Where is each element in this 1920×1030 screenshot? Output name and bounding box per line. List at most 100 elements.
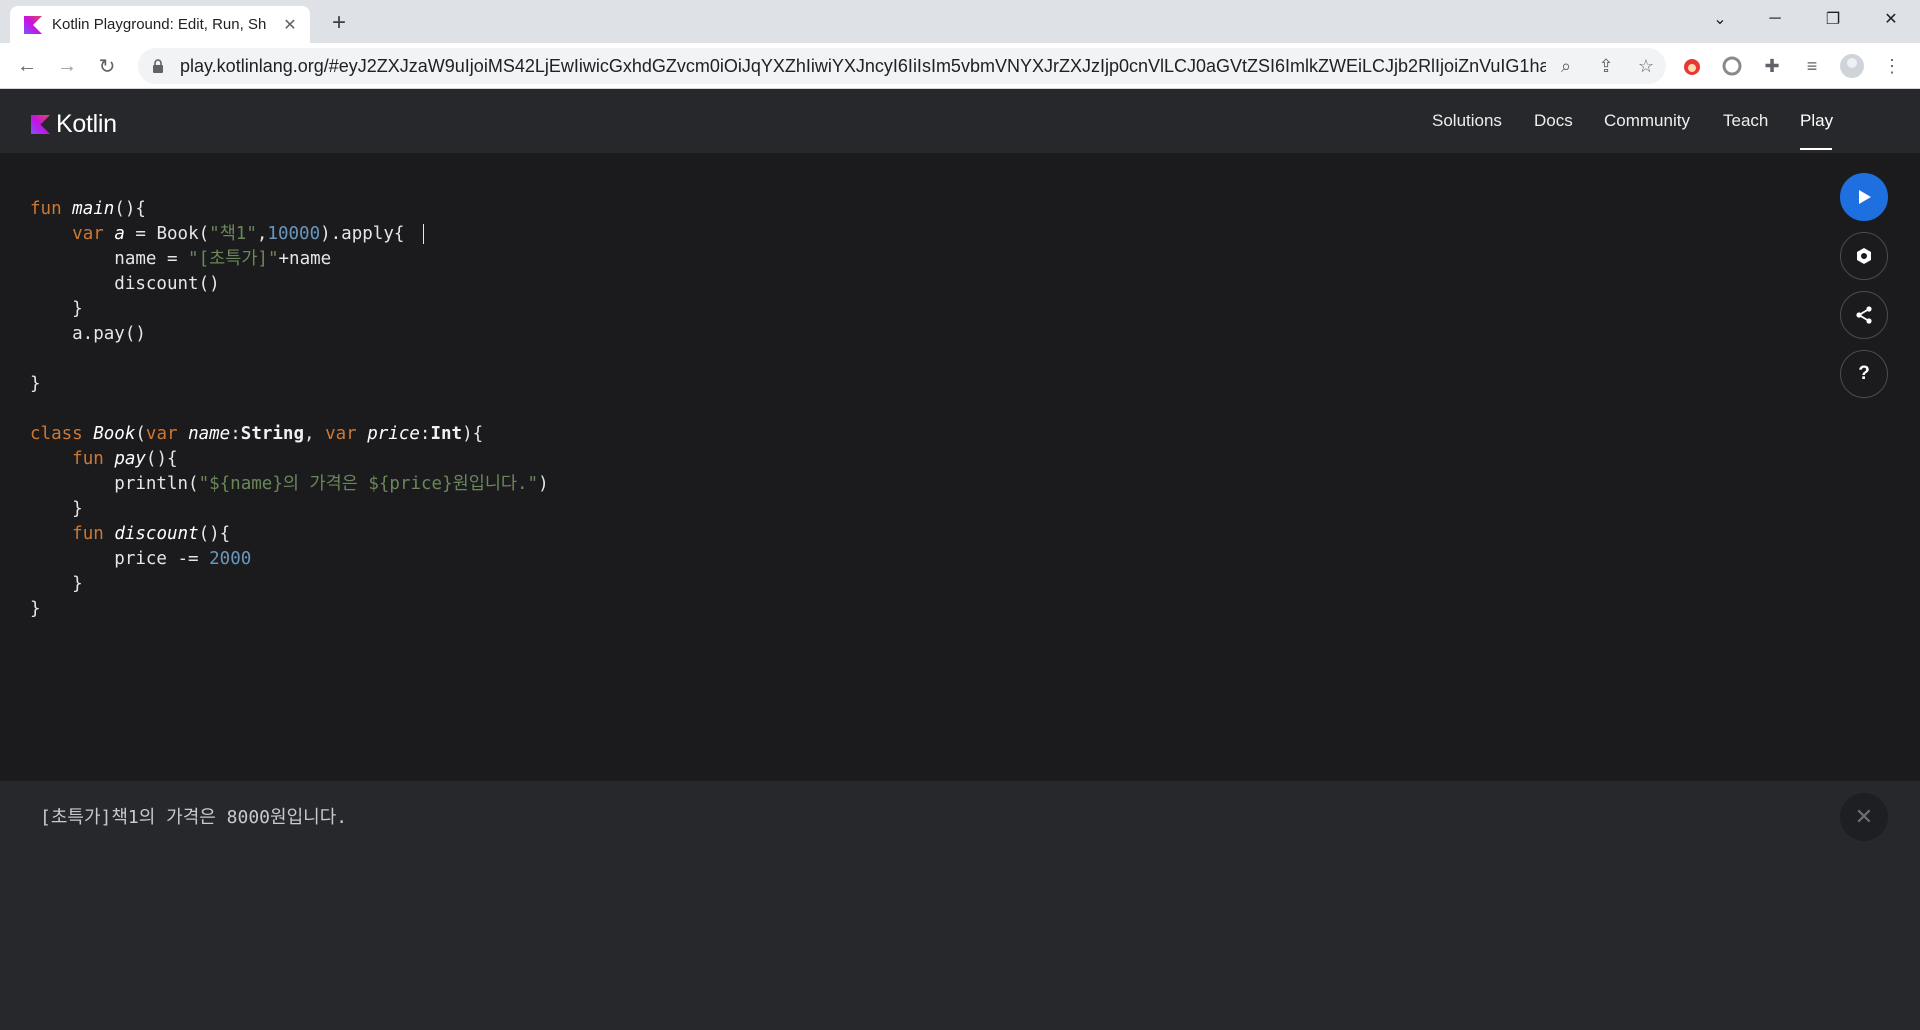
- menu-icon[interactable]: ⋮: [1878, 52, 1906, 80]
- close-output-button[interactable]: ✕: [1840, 793, 1888, 841]
- close-icon: ✕: [1854, 804, 1874, 829]
- extensions-icon[interactable]: ✚: [1758, 52, 1786, 80]
- code-token: +name: [278, 249, 332, 269]
- code-token: (){: [114, 199, 146, 219]
- code-token: price -=: [30, 549, 210, 569]
- code-line[interactable]: fun main(){: [30, 197, 549, 222]
- share-button[interactable]: [1840, 291, 1888, 339]
- restore-button[interactable]: ❐: [1805, 0, 1861, 38]
- nav-community[interactable]: Community: [1604, 111, 1690, 131]
- output-panel: [초특가]책1의 가격은 8000원입니다. ✕: [0, 781, 1920, 1030]
- output-text: [초특가]책1의 가격은 8000원입니다.: [40, 807, 348, 828]
- kotlin-favicon-icon: [24, 15, 42, 34]
- media-icon[interactable]: ≡: [1798, 52, 1826, 80]
- run-button[interactable]: [1840, 173, 1888, 221]
- zoom-icon[interactable]: ⌕: [1546, 48, 1586, 84]
- code-token: class: [30, 424, 94, 444]
- code-line[interactable]: [30, 397, 549, 422]
- address-bar[interactable]: play.kotlinlang.org/#eyJ2ZXJzaW9uIjoiMS4…: [138, 48, 1666, 84]
- code-editor[interactable]: fun main(){ var a = Book("책1",10000).app…: [0, 153, 1920, 781]
- browser-tabbar: Kotlin Playground: Edit, Run, Sh ✕ + ⌄ ─…: [0, 0, 1920, 43]
- share-page-icon[interactable]: ⇪: [1586, 48, 1626, 84]
- extension-circle-icon[interactable]: [1718, 52, 1746, 80]
- tab-search-icon[interactable]: ⌄: [1692, 0, 1748, 38]
- code-token: var: [325, 424, 368, 444]
- code-line[interactable]: }: [30, 497, 549, 522]
- code-token: }: [30, 499, 83, 519]
- logo-text: Kotlin: [56, 110, 117, 138]
- tab-close-icon[interactable]: ✕: [280, 15, 300, 35]
- code-token: "${name}의 가격은 ${price}원입니다.": [198, 474, 539, 494]
- code-token: String: [240, 424, 304, 444]
- code-line[interactable]: }: [30, 372, 549, 397]
- code-token: :: [230, 424, 241, 444]
- profile-icon[interactable]: [1838, 52, 1866, 80]
- tab-title: Kotlin Playground: Edit, Run, Sh: [52, 16, 267, 33]
- code-line[interactable]: fun pay(){: [30, 447, 549, 472]
- code-token: :: [419, 424, 431, 444]
- code-token: var: [72, 224, 115, 244]
- code-token: a.pay(): [30, 324, 146, 344]
- forward-icon[interactable]: →: [53, 52, 81, 80]
- star-icon[interactable]: ☆: [1626, 48, 1666, 84]
- code-token: Int: [430, 424, 463, 444]
- help-button[interactable]: ?: [1840, 350, 1888, 398]
- code-token: name =: [30, 249, 189, 269]
- reload-icon[interactable]: ↻: [93, 52, 121, 80]
- code-line[interactable]: }: [30, 597, 549, 622]
- code-token: fun: [30, 199, 73, 219]
- code-line[interactable]: }: [30, 297, 549, 322]
- minimize-button[interactable]: ─: [1747, 0, 1803, 38]
- share-icon: [1856, 306, 1872, 324]
- text-cursor: [422, 224, 424, 244]
- code-token: price: [367, 424, 420, 444]
- code-token: ).apply{: [320, 224, 415, 244]
- kotlin-logo-icon: [31, 115, 50, 134]
- code-token: }: [30, 299, 83, 319]
- code-line[interactable]: name = "[초특가]"+name: [30, 247, 549, 272]
- browser-toolbar: ← → ↻ play.kotlinlang.org/#eyJ2ZXJzaW9uI…: [0, 43, 1920, 89]
- code-line[interactable]: fun discount(){: [30, 522, 549, 547]
- code-token: 10000: [267, 224, 321, 244]
- nav-play[interactable]: Play: [1800, 111, 1833, 131]
- settings-icon: [1857, 248, 1871, 264]
- code-token: 2000: [209, 549, 252, 569]
- new-tab-button[interactable]: +: [325, 9, 353, 37]
- code-line[interactable]: a.pay(): [30, 322, 549, 347]
- site-header: Kotlin Solutions Docs Community Teach Pl…: [0, 89, 1920, 153]
- code-token: fun: [72, 524, 115, 544]
- run-icon: [1859, 190, 1871, 204]
- extension-santa-icon[interactable]: [1678, 52, 1706, 80]
- nav-teach[interactable]: Teach: [1723, 111, 1768, 131]
- nav-docs[interactable]: Docs: [1534, 111, 1573, 131]
- code-line[interactable]: println("${name}의 가격은 ${price}원입니다."): [30, 472, 548, 497]
- code-token: (){: [145, 449, 178, 469]
- code-token: = Book(: [124, 224, 210, 244]
- browser-tab[interactable]: Kotlin Playground: Edit, Run, Sh ✕: [10, 6, 310, 43]
- kotlin-logo[interactable]: Kotlin: [31, 110, 117, 139]
- code-line[interactable]: price -= 2000: [30, 547, 549, 572]
- close-window-button[interactable]: ✕: [1863, 0, 1919, 38]
- code-token: (){: [198, 524, 231, 544]
- code-line[interactable]: class Book(var name:String, var price:In…: [30, 422, 549, 447]
- code-token: var: [145, 424, 189, 444]
- code-token: ,: [256, 224, 268, 244]
- code-line[interactable]: }: [30, 572, 549, 597]
- code-token: }: [30, 374, 41, 394]
- code-line[interactable]: discount(): [30, 272, 549, 297]
- back-icon[interactable]: ←: [13, 52, 41, 80]
- code-token: "책1": [209, 224, 257, 244]
- nav-solutions[interactable]: Solutions: [1432, 111, 1502, 131]
- settings-button[interactable]: [1840, 232, 1888, 280]
- code-token: discount: [114, 524, 199, 544]
- code-area[interactable]: fun main(){ var a = Book("책1",10000).app…: [30, 197, 549, 622]
- nav-active-indicator: [1800, 148, 1832, 150]
- code-token: ){: [462, 424, 484, 444]
- code-line[interactable]: var a = Book("책1",10000).apply{: [30, 222, 549, 247]
- code-line[interactable]: [30, 347, 549, 372]
- lock-icon: [153, 59, 163, 73]
- code-token: Book: [93, 424, 136, 444]
- code-token: }: [30, 599, 41, 619]
